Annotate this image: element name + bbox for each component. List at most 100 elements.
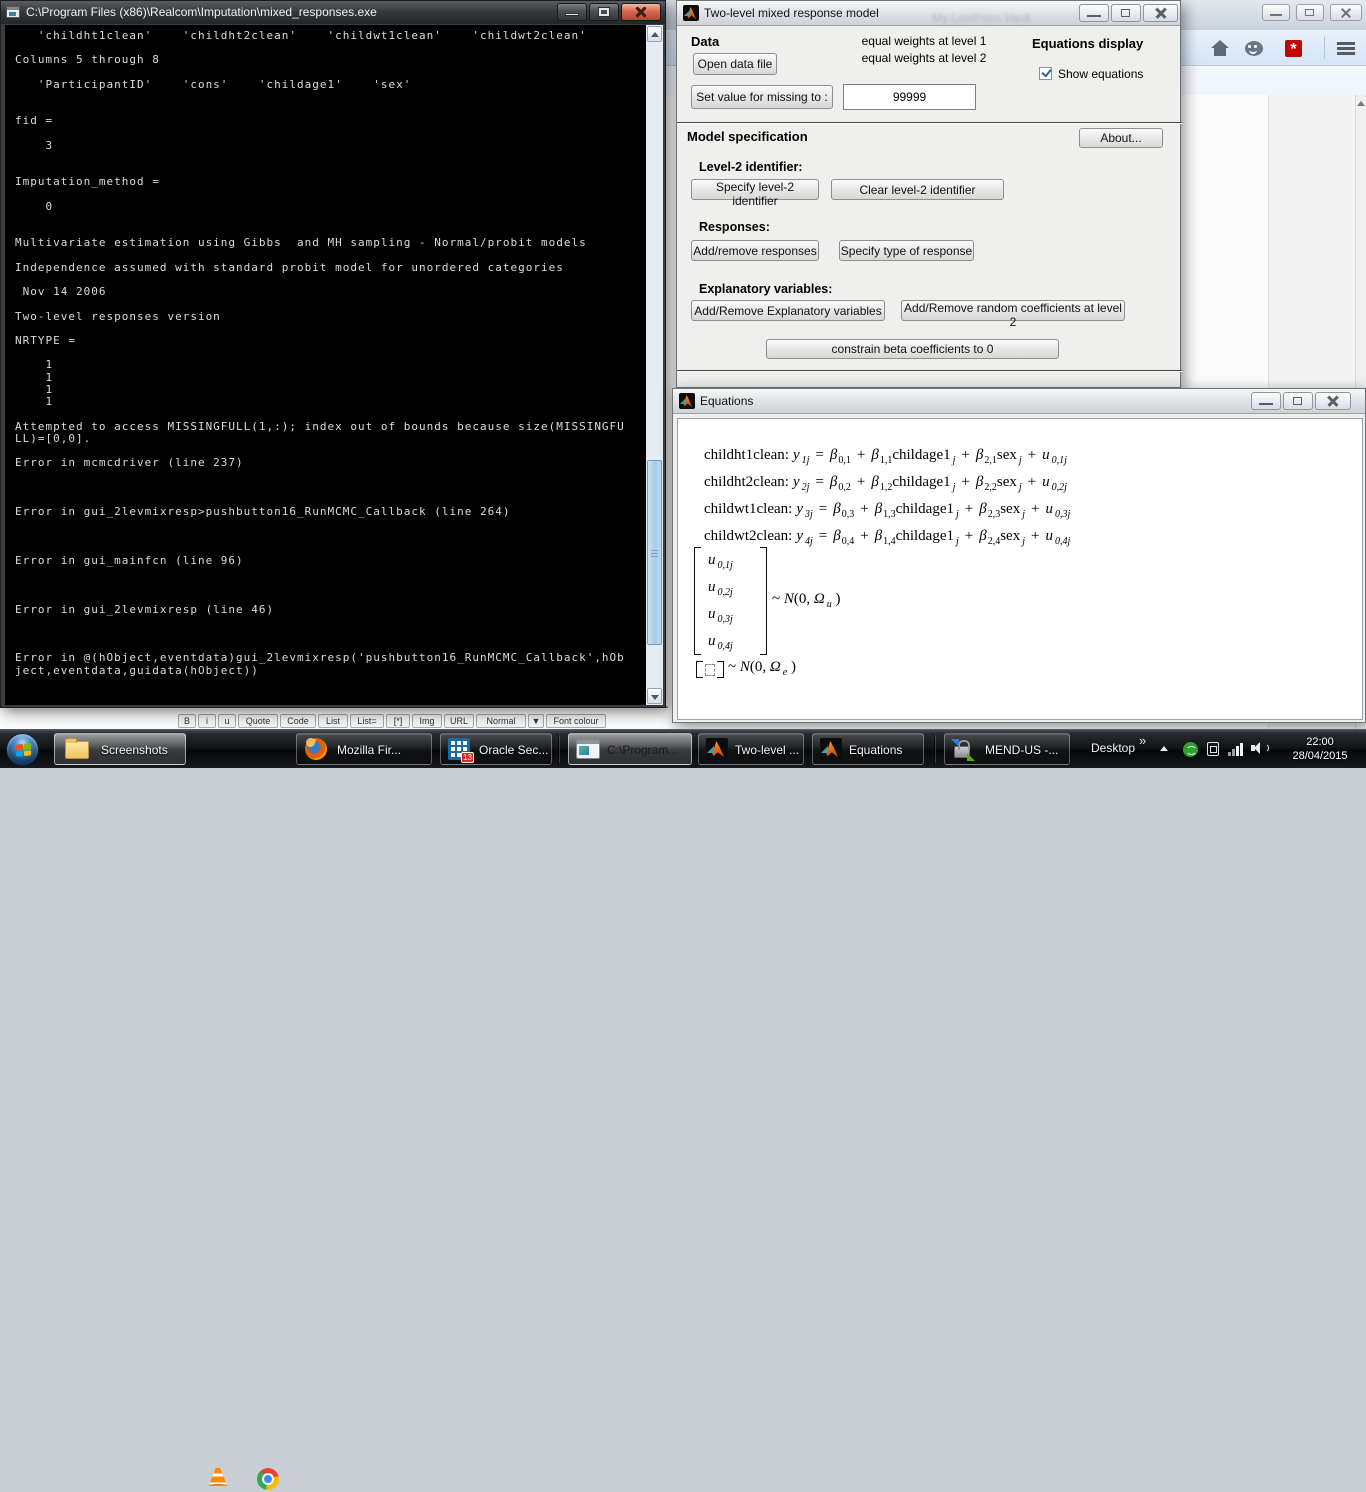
model-minimize-button[interactable]	[1079, 4, 1109, 22]
editor-bold-button[interactable]: B	[178, 714, 196, 728]
explorer-folder-icon	[65, 741, 89, 759]
taskbar-item-label: Screenshots	[101, 743, 168, 757]
home-icon[interactable]	[1211, 40, 1229, 56]
taskbar-item-mend-us[interactable]: MEND-US -...	[944, 733, 1070, 765]
add-remove-responses-button[interactable]: Add/remove responses	[691, 240, 819, 261]
sync-arrow-icon	[951, 739, 959, 747]
editor-list-button[interactable]: List	[318, 714, 348, 728]
scroll-up-button[interactable]	[647, 26, 662, 42]
taskbar-item-console[interactable]: C:\Program...	[568, 733, 692, 765]
chevron-expand-icon[interactable]: »	[1139, 733, 1146, 748]
browser-restore-button[interactable]	[1296, 4, 1324, 21]
equations-window-titlebar[interactable]: Equations	[673, 389, 1365, 414]
equations-display-heading: Equations display	[1032, 36, 1143, 51]
e-distribution: ~ N(0, Ωe )	[728, 659, 796, 676]
console-window: C:\Program Files (x86)\Realcom\Imputatio…	[0, 0, 666, 708]
scrollbar-thumb[interactable]	[647, 460, 662, 645]
editor-listeq-button[interactable]: List=	[350, 714, 384, 728]
start-button[interactable]	[6, 733, 39, 766]
console-minimize-button[interactable]	[557, 3, 587, 21]
editor-underline-button[interactable]: u	[218, 714, 236, 728]
browser-close-button[interactable]	[1330, 4, 1362, 21]
desktop-toolbar[interactable]: Desktop	[1091, 741, 1135, 755]
console-output-text: 'childht1clean' 'childht2clean' 'childwt…	[15, 30, 625, 677]
add-remove-random-coeff-button[interactable]: Add/Remove random coefficients at level …	[901, 300, 1125, 321]
editor-italic-button[interactable]: i	[198, 714, 216, 728]
set-missing-value-button[interactable]: Set value for missing to :	[691, 85, 833, 109]
show-hidden-icons-button[interactable]	[1160, 746, 1168, 751]
taskbar: Screenshots Mozilla Fir... 13 Oracle Sec…	[0, 729, 1366, 768]
matlab-icon	[706, 738, 728, 760]
tray-remove-hardware-icon[interactable]	[1207, 742, 1219, 756]
about-button[interactable]: About...	[1079, 128, 1163, 148]
residual-bracket-right	[717, 661, 724, 678]
taskbar-clock[interactable]: 22:00 28/04/2015	[1278, 735, 1362, 763]
console-icon	[576, 739, 600, 759]
equation-row: childht1clean:y1j=β0,1+β1,1childage1j+β2…	[704, 447, 1067, 464]
editor-style-select[interactable]: Normal	[476, 714, 526, 728]
taskbar-item-firefox[interactable]: Mozilla Fir...	[296, 733, 432, 765]
editor-style-dropdown-icon[interactable]: ▼	[528, 714, 544, 728]
add-remove-explanatory-button[interactable]: Add/Remove Explanatory variables	[691, 300, 885, 321]
model-close-button[interactable]	[1143, 4, 1178, 22]
notification-badge: 13	[461, 752, 474, 763]
open-data-file-button[interactable]: Open data file	[693, 53, 777, 75]
taskbar-item-label: Equations	[849, 743, 902, 757]
show-equations-label: Show equations	[1058, 67, 1143, 81]
equations-close-button[interactable]	[1315, 392, 1351, 410]
residual-bracket-left	[696, 661, 703, 678]
lastpass-icon[interactable]: *	[1285, 40, 1302, 57]
taskbar-item-two-level[interactable]: Two-level ...	[698, 733, 804, 765]
clear-level2-button[interactable]: Clear level-2 identifier	[831, 179, 1004, 200]
taskbar-item-equations[interactable]: Equations	[812, 733, 924, 765]
console-window-title: C:\Program Files (x86)\Realcom\Imputatio…	[26, 1, 377, 24]
editor-fontcolour-button[interactable]: Font colour	[546, 714, 606, 728]
taskbar-item-vlc[interactable]	[205, 1466, 231, 1492]
missing-value-field[interactable]	[843, 84, 976, 110]
console-titlebar[interactable]: C:\Program Files (x86)\Realcom\Imputatio…	[1, 1, 665, 24]
taskbar-divider	[558, 735, 560, 763]
constrain-beta-button[interactable]: constrain beta coefficients to 0	[766, 339, 1059, 359]
console-window-icon	[6, 6, 20, 18]
sync-arrow-icon	[967, 753, 975, 761]
model-restore-button[interactable]	[1111, 4, 1141, 22]
editor-img-button[interactable]: Img	[412, 714, 442, 728]
specify-level2-button[interactable]: Specify level-2 identifier	[691, 179, 819, 200]
clock-date: 28/04/2015	[1278, 749, 1362, 763]
show-equations-checkbox[interactable]	[1039, 67, 1052, 80]
u-vector-row: u0,2j	[708, 579, 733, 596]
specify-response-type-button[interactable]: Specify type of response	[839, 240, 974, 261]
editor-quote-button[interactable]: Quote	[238, 714, 278, 728]
console-close-button[interactable]	[621, 3, 661, 21]
browser-minimize-button[interactable]	[1262, 4, 1290, 21]
ghost-tab-text: My LastPass Vault	[932, 6, 1030, 31]
data-section-heading: Data	[691, 34, 719, 49]
equations-minimize-button[interactable]	[1251, 392, 1281, 410]
weights-level1-text: equal weights at level 1	[859, 34, 989, 48]
hamburger-menu-icon[interactable]	[1337, 42, 1355, 55]
scroll-up-icon[interactable]	[1357, 101, 1365, 106]
console-restore-button[interactable]	[589, 3, 619, 21]
weights-level2-text: equal weights at level 2	[859, 51, 989, 65]
taskbar-item-chrome[interactable]	[255, 1466, 281, 1492]
editor-listitem-button[interactable]: [*]	[386, 714, 410, 728]
tray-sync-icon[interactable]	[1183, 742, 1198, 757]
u-vector-row: u0,1j	[708, 552, 733, 569]
forum-editor-toolbar: B i u Quote Code List List= [*] Img URL …	[0, 706, 668, 729]
tray-network-icon[interactable]	[1228, 742, 1244, 756]
console-output-area: 'childht1clean' 'childht2clean' 'childwt…	[5, 25, 663, 705]
oracle-icon: 13	[448, 738, 470, 760]
u-distribution: ~ N(0, Ωu )	[772, 591, 841, 608]
equations-restore-button[interactable]	[1283, 392, 1313, 410]
vlc-icon	[207, 1468, 229, 1488]
model-window-titlebar[interactable]: Two-level mixed response model My LastPa…	[677, 1, 1180, 26]
matlab-icon	[683, 5, 699, 21]
scroll-down-button[interactable]	[647, 688, 662, 704]
editor-url-button[interactable]: URL	[444, 714, 474, 728]
console-scrollbar[interactable]	[646, 25, 663, 705]
taskbar-item-oracle[interactable]: 13 Oracle Sec...	[440, 733, 552, 765]
taskbar-item-label: MEND-US -...	[985, 743, 1058, 757]
chat-bubble-icon[interactable]	[1245, 41, 1263, 56]
editor-code-button[interactable]: Code	[280, 714, 316, 728]
taskbar-item-screenshots[interactable]: Screenshots	[54, 733, 186, 765]
